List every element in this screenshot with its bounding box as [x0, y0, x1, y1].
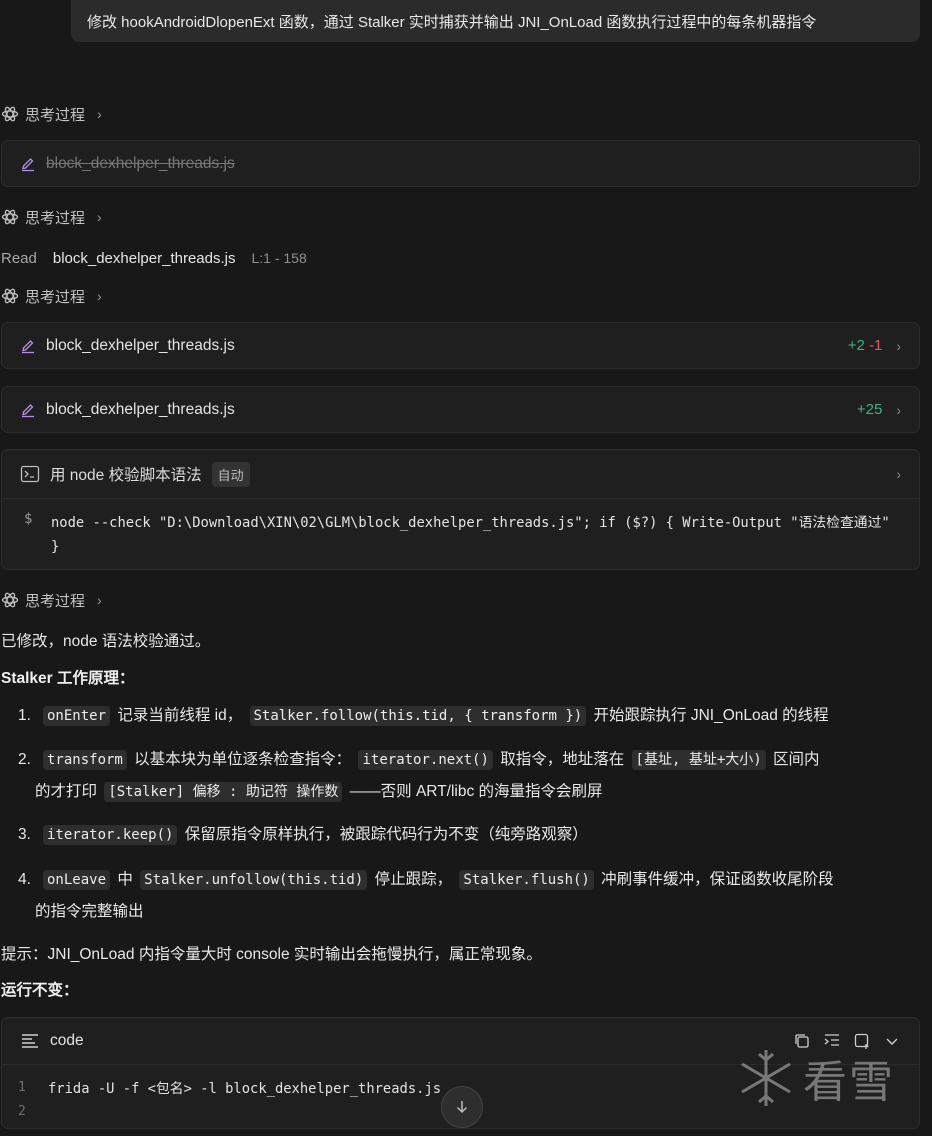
inline-code: Stalker.unfollow(this.tid) [140, 870, 368, 890]
terminal-command: node --check "D:\Download\XIN\02\GLM\blo… [51, 515, 890, 555]
edit-pencil-icon [22, 157, 34, 171]
scroll-to-bottom-button[interactable] [441, 1086, 483, 1128]
list-item-4: 4. onLeave 中 Stalker.unfollow(this.tid) 停… [18, 870, 834, 920]
file-edit-card-2[interactable]: block_dexhelper_threads.js +2 -1 › [1, 322, 920, 369]
run-heading: 运行不变： [1, 982, 79, 999]
list-text: 保留原指令原样执行，被跟踪代码行为不变（纯旁路观察） [180, 826, 588, 843]
inline-code: iterator.keep() [43, 825, 178, 845]
thinking-label: 思考过程 [25, 592, 86, 610]
terminal-title: 用 node 校验脚本语法 [50, 467, 202, 484]
list-text: 冲刷事件缓冲，保证函数收尾阶段 [596, 871, 834, 888]
diff-stats: +2 -1 [848, 337, 883, 354]
thinking-label: 思考过程 [25, 106, 86, 124]
file-edit-card-3[interactable]: block_dexhelper_threads.js +25 › [1, 386, 920, 433]
list-text: 区间内 [768, 751, 820, 768]
terminal-header[interactable]: 用 node 校验脚本语法 自动 › [2, 450, 919, 499]
terminal-card: 用 node 校验脚本语法 自动 › $ node --check "D:\Do… [1, 449, 920, 570]
inline-code: onLeave [43, 870, 111, 890]
list-text: ——否则 ART/libc 的海量指令会刷屏 [345, 783, 603, 800]
file-name: block_dexhelper_threads.js [46, 336, 235, 354]
list-text: 开始跟踪执行 JNI_OnLoad 的线程 [589, 707, 829, 724]
code-lines-icon [22, 1034, 38, 1048]
file-name: block_dexhelper_threads.js [46, 154, 235, 172]
inline-code: transform [43, 750, 127, 770]
read-action: Read [1, 249, 37, 267]
read-file-line[interactable]: Read block_dexhelper_threads.js L:1 - 15… [1, 246, 307, 270]
read-range: L:1 - 158 [251, 250, 307, 266]
terminal-icon [20, 465, 40, 483]
list-text: 的才打印 [35, 783, 102, 800]
chevron-right-icon: › [896, 401, 901, 418]
list-text: 的指令完整输出 [35, 903, 144, 920]
list-item-3: 3. iterator.keep() 保留原指令原样执行，被跟踪代码行为不变（纯旁… [18, 825, 588, 845]
shell-prompt: $ [24, 511, 33, 527]
chevron-right-icon: › [97, 592, 102, 608]
inline-code: [基址, 基址+大小) [631, 750, 766, 770]
list-item-1: 1. onEnter 记录当前线程 id， Stalker.follow(this… [18, 706, 829, 726]
inline-code: onEnter [43, 706, 111, 726]
lines-added: +25 [856, 401, 883, 418]
thinking-toggle-1[interactable]: 思考过程 › [1, 102, 102, 126]
thinking-label: 思考过程 [25, 288, 86, 306]
thinking-icon [1, 209, 19, 225]
chevron-right-icon: › [97, 106, 102, 122]
summary-text: 已修改，node 语法校验通过。 [1, 633, 211, 650]
thinking-label: 思考过程 [25, 209, 86, 227]
edit-pencil-icon [22, 403, 34, 417]
lines-removed: -1 [868, 337, 883, 354]
code-language: code [50, 1032, 84, 1049]
watermark-text: 看雪 [803, 1058, 895, 1107]
inline-code: Stalker.flush() [459, 870, 594, 890]
read-file-name: block_dexhelper_threads.js [52, 249, 236, 267]
file-edit-card-1[interactable]: block_dexhelper_threads.js [1, 140, 920, 187]
list-item-2: 2. transform 以基本块为单位逐条检查指令： iterator.next… [18, 750, 820, 802]
chevron-right-icon: › [97, 288, 102, 304]
list-text: 以基本块为单位逐条检查指令： [129, 751, 356, 768]
thinking-toggle-4[interactable]: 思考过程 › [1, 588, 102, 612]
watermark: 看雪 [735, 1042, 915, 1114]
inline-code: Stalker.follow(this.tid, { transform }) [249, 706, 587, 726]
lines-added: +2 [847, 337, 865, 354]
inline-code: iterator.next() [358, 750, 493, 770]
thinking-icon [1, 288, 19, 304]
file-name: block_dexhelper_threads.js [46, 400, 235, 418]
thinking-icon [1, 592, 19, 608]
list-text: 记录当前线程 id， [113, 707, 247, 724]
chevron-right-icon: › [896, 466, 901, 482]
principle-heading: Stalker 工作原理： [1, 670, 135, 687]
thinking-icon [1, 106, 19, 122]
auto-badge: 自动 [211, 461, 250, 487]
snowflake-logo-icon [741, 1050, 791, 1106]
chevron-right-icon: › [97, 209, 102, 225]
thinking-toggle-3[interactable]: 思考过程 › [1, 284, 102, 308]
arrow-down-icon [456, 1101, 468, 1114]
inline-code: [Stalker] 偏移 : 助记符 操作数 [104, 782, 343, 802]
thinking-toggle-2[interactable]: 思考过程 › [1, 205, 102, 229]
diff-stats: +25 [857, 401, 882, 418]
user-message: 修改 hookAndroidDlopenExt 函数，通过 Stalker 实时… [71, 0, 920, 42]
chevron-right-icon: › [896, 337, 901, 354]
list-text: 停止跟踪， [370, 871, 457, 888]
terminal-body: $ node --check "D:\Download\XIN\02\GLM\b… [2, 499, 919, 559]
list-text: 取指令，地址落在 [495, 751, 629, 768]
edit-pencil-icon [22, 339, 34, 353]
tip-text: 提示：JNI_OnLoad 内指令量大时 console 实时输出会拖慢执行，属… [1, 946, 542, 963]
list-text: 中 [113, 871, 138, 888]
